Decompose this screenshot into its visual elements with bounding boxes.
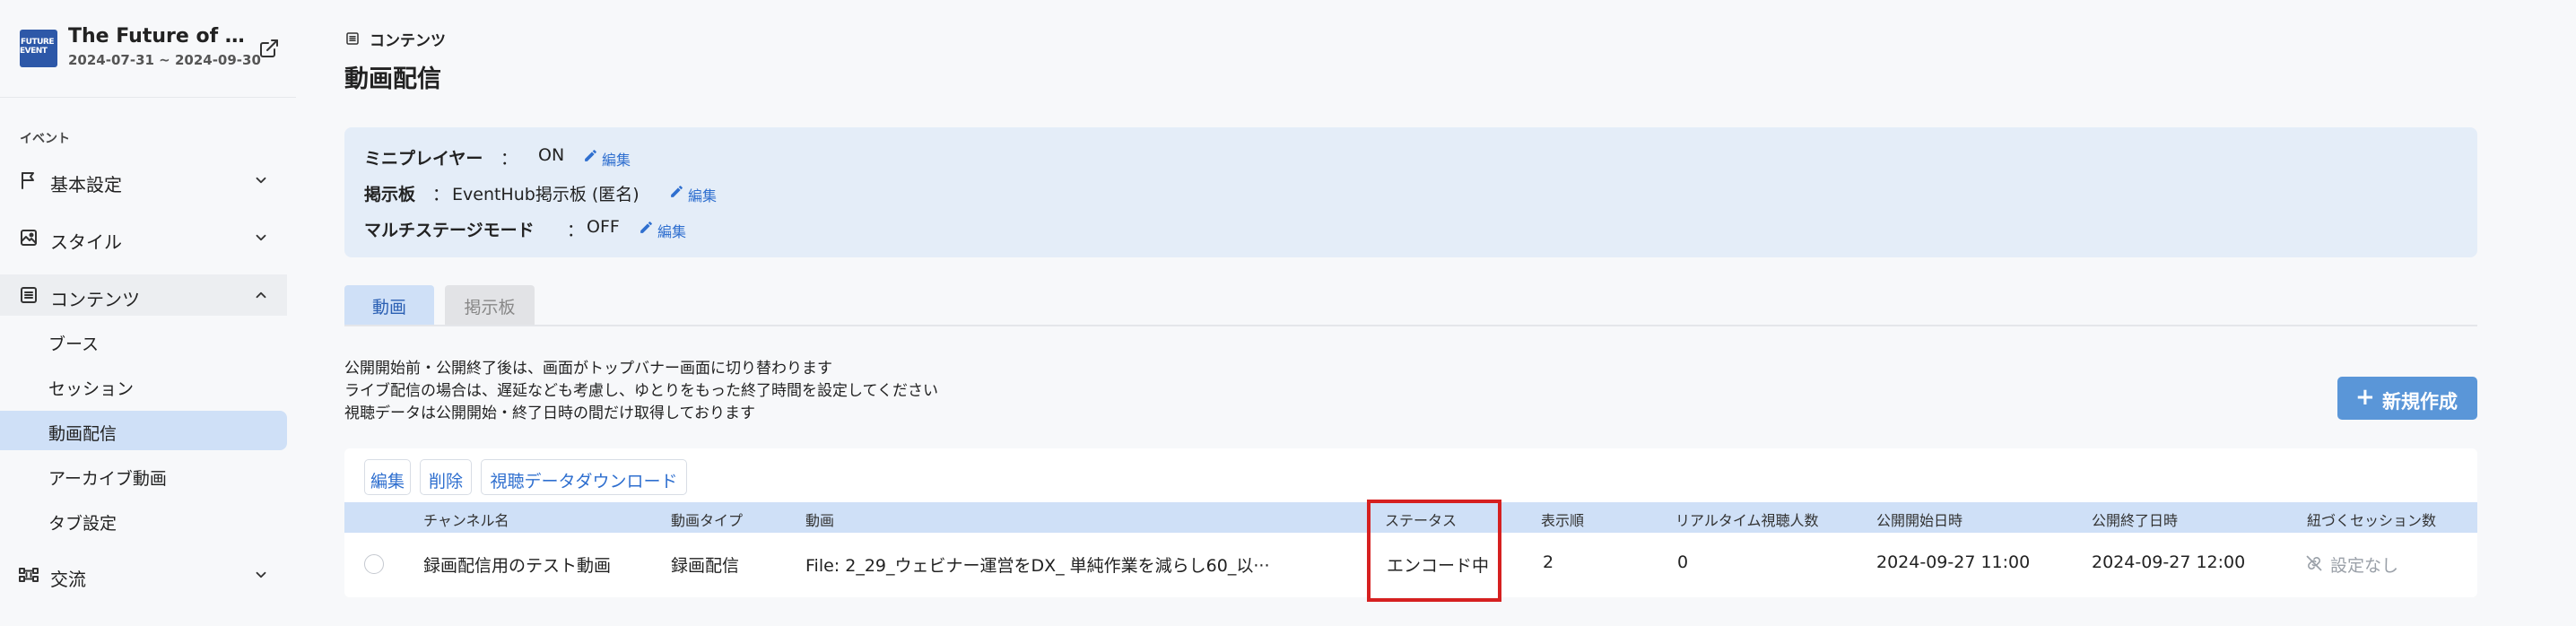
setting-separator: ： bbox=[432, 185, 450, 204]
chevron-down-icon bbox=[256, 234, 266, 241]
image-icon bbox=[21, 230, 37, 246]
sidebar-subitem-tab-settings[interactable]: タブ設定 bbox=[0, 500, 287, 540]
table-delete-button[interactable]: 削除 bbox=[420, 459, 472, 495]
sidebar-subitem-booth[interactable]: ブース bbox=[0, 321, 287, 361]
settings-summary: ミニプレイヤー ： ON 編集 掲示板 ： EventHub掲示板 (匿名) 編… bbox=[344, 127, 2477, 257]
sidebar-item-basic-settings[interactable]: 基本設定 bbox=[0, 160, 287, 201]
sidebar-subitem-session[interactable]: セッション bbox=[0, 366, 287, 405]
external-link-icon[interactable] bbox=[258, 38, 280, 59]
sidebar-item-label: 基本設定 bbox=[50, 174, 122, 196]
column-header-channel: チャンネル名 bbox=[423, 512, 509, 529]
sidebar-subitem-label: セッション bbox=[48, 379, 135, 399]
list-box-icon bbox=[346, 32, 359, 45]
setting-key: ミニプレイヤー bbox=[364, 149, 483, 169]
event-title: The Future of Eve··· bbox=[68, 25, 248, 48]
flag-icon bbox=[22, 172, 34, 189]
cell-end-datetime: 2024-09-27 12:00 bbox=[2092, 552, 2246, 572]
plus-icon: + bbox=[2355, 384, 2375, 411]
button-label: 削除 bbox=[428, 472, 463, 491]
sidebar-divider bbox=[0, 97, 296, 98]
download-viewing-data-button[interactable]: 視聴データダウンロード bbox=[481, 459, 687, 495]
row-select-radio[interactable] bbox=[364, 554, 384, 574]
column-header-display-order: 表示順 bbox=[1541, 512, 1585, 529]
column-header-linked-sessions: 紐づくセッション数 bbox=[2307, 512, 2437, 529]
cell-video: File: 2_29_ウェビナー運営をDX_ 単純作業を減らし60_以··· bbox=[805, 556, 1270, 576]
setting-key: マルチステージモード bbox=[364, 221, 535, 240]
column-header-video: 動画 bbox=[805, 512, 835, 529]
sidebar-subitem-label: 動画配信 bbox=[48, 424, 117, 444]
list-box-icon bbox=[21, 287, 37, 303]
cell-channel: 録画配信用のテスト動画 bbox=[423, 556, 612, 576]
setting-key: 掲示板 bbox=[364, 185, 416, 204]
column-header-realtime-viewers: リアルタイム視聴人数 bbox=[1675, 512, 1819, 529]
column-header-start-datetime: 公開開始日時 bbox=[1876, 512, 1963, 529]
sidebar-subitem-archive-video[interactable]: アーカイブ動画 bbox=[0, 456, 287, 495]
status-highlight-box bbox=[1367, 500, 1501, 602]
sidebar-subitem-label: ブース bbox=[48, 335, 100, 354]
event-header: FUTURE EVENT The Future of Eve··· 2024-0… bbox=[0, 0, 296, 108]
setting-separator: ： bbox=[500, 149, 518, 169]
cell-realtime-viewers: 0 bbox=[1677, 552, 1689, 572]
create-new-button[interactable]: + 新規作成 bbox=[2337, 377, 2477, 420]
page-title: 動画配信 bbox=[344, 65, 441, 93]
button-label: 編集 bbox=[370, 472, 405, 491]
sidebar-item-label: 交流 bbox=[50, 569, 86, 590]
sidebar-item-style[interactable]: スタイル bbox=[0, 217, 287, 258]
sidebar-item-interaction[interactable]: 交流 bbox=[0, 554, 287, 596]
notice-line: ライブ配信の場合は、遅延なども考慮し、ゆとりをもった終了時間を設定してください bbox=[344, 382, 938, 400]
cell-linked-sessions[interactable]: 設定なし bbox=[2330, 552, 2398, 577]
cell-start-datetime: 2024-09-27 11:00 bbox=[1876, 552, 2031, 572]
sidebar: FUTURE EVENT The Future of Eve··· 2024-0… bbox=[0, 0, 296, 626]
sidebar-item-contents[interactable]: コンテンツ bbox=[0, 274, 287, 316]
chevron-up-icon bbox=[256, 291, 266, 299]
logo-text-line2: EVENT bbox=[20, 47, 48, 56]
cell-video-type: 録画配信 bbox=[671, 556, 740, 576]
content-tabs: 動画 掲示板 bbox=[344, 285, 2477, 326]
unlink-icon bbox=[2306, 555, 2322, 571]
setting-separator: ： bbox=[567, 221, 585, 240]
chevron-down-icon bbox=[256, 177, 266, 184]
edit-label: 編集 bbox=[688, 187, 718, 204]
setting-value: EventHub掲示板 (匿名) bbox=[452, 185, 640, 204]
sidebar-subitem-video-streaming[interactable]: 動画配信 bbox=[0, 411, 287, 450]
chevron-down-icon bbox=[256, 571, 266, 578]
tabs-divider bbox=[344, 325, 2477, 326]
edit-label: 編集 bbox=[602, 152, 631, 169]
button-label: 視聴データダウンロード bbox=[490, 472, 678, 491]
setting-value: ON bbox=[538, 145, 565, 165]
sidebar-item-label: コンテンツ bbox=[50, 289, 140, 310]
event-logo: FUTURE EVENT bbox=[20, 30, 57, 67]
sidebar-section-label: イベント bbox=[20, 132, 70, 146]
notice-line: 公開開始前・公開終了後は、画面がトップバナー画面に切り替わります bbox=[344, 360, 832, 378]
network-icon bbox=[19, 568, 39, 582]
sidebar-subitem-label: タブ設定 bbox=[48, 514, 117, 534]
setting-value: OFF bbox=[587, 217, 620, 237]
cell-display-order: 2 bbox=[1543, 552, 1554, 572]
column-header-end-datetime: 公開終了日時 bbox=[2092, 512, 2179, 529]
pencil-icon bbox=[640, 222, 652, 233]
column-header-video-type: 動画タイプ bbox=[671, 512, 744, 529]
event-dates: 2024-07-31 ~ 2024-09-30 bbox=[68, 52, 261, 68]
edit-label: 編集 bbox=[657, 223, 687, 240]
pencil-icon bbox=[585, 150, 596, 161]
notice-line: 視聴データは公開開始・終了日時の間だけ取得しております bbox=[344, 404, 755, 422]
logo-text-line1: FUTURE bbox=[21, 38, 54, 47]
sidebar-subitem-label: アーカイブ動画 bbox=[48, 469, 167, 489]
table-edit-button[interactable]: 編集 bbox=[364, 459, 411, 495]
create-new-label: 新規作成 bbox=[2382, 391, 2458, 413]
tab-label: 動画 bbox=[371, 298, 406, 317]
tab-video[interactable]: 動画 bbox=[344, 285, 434, 325]
breadcrumb[interactable]: コンテンツ bbox=[370, 28, 446, 50]
pencil-icon bbox=[671, 186, 683, 197]
sidebar-item-label: スタイル bbox=[50, 231, 122, 253]
tab-bulletin-board[interactable]: 掲示板 bbox=[445, 285, 535, 325]
tab-label: 掲示板 bbox=[464, 298, 516, 317]
